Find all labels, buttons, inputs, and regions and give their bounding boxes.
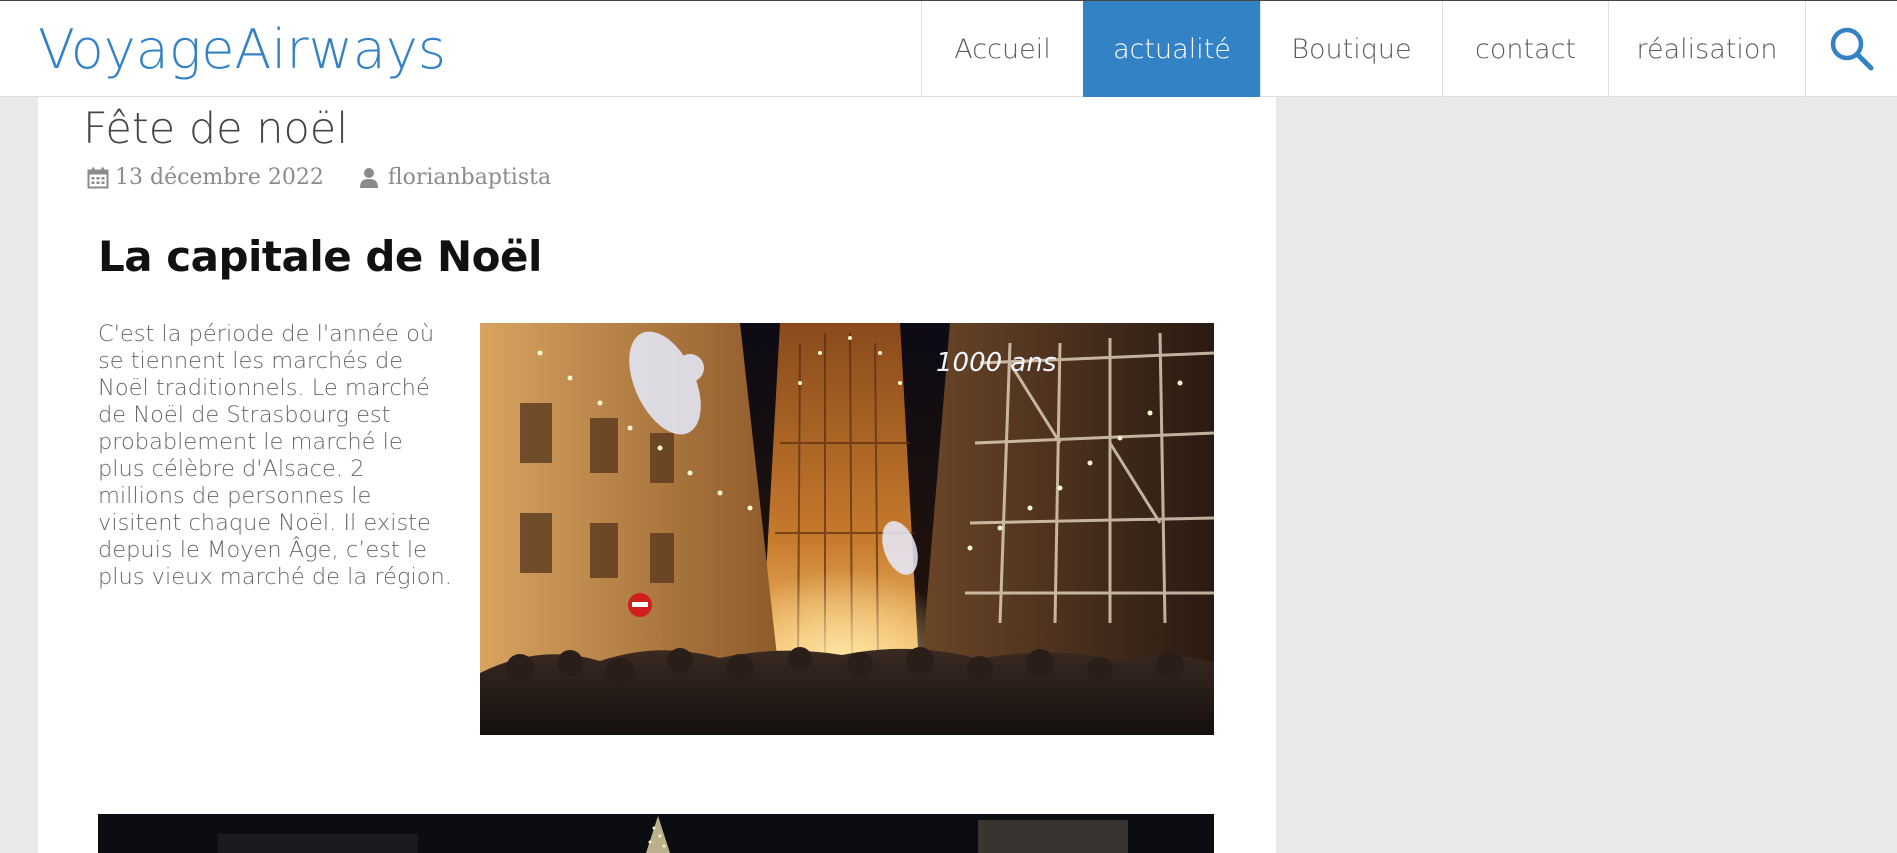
night-square-photo [98, 814, 1214, 853]
site-title-link[interactable]: VoyageAirways [38, 19, 446, 81]
photo-sign-text: 1000 ans [936, 348, 1056, 378]
post-author-link[interactable]: florianbaptista [388, 165, 551, 190]
nav-item-contact[interactable]: contact [1442, 1, 1608, 97]
nav-item-boutique[interactable]: Boutique [1260, 1, 1442, 97]
nav-item-accueil[interactable]: Accueil [921, 1, 1083, 97]
user-icon [359, 167, 378, 189]
nav-item-realisation[interactable]: réalisation [1608, 1, 1805, 97]
post-meta: 13 décembre 2022 florianbaptista [87, 165, 551, 190]
post-date: 13 décembre 2022 [87, 165, 324, 190]
intro-paragraph: C'est la période de l'année où se tienne… [98, 321, 452, 590]
main-nav: Accueil actualité Boutique contact réali… [921, 1, 1897, 97]
nav-item-actualite[interactable]: actualité [1083, 1, 1260, 97]
article-card: Fête de noël 13 décembre 2022 florianbap… [38, 97, 1276, 853]
search-icon [1830, 27, 1873, 71]
calendar-icon [87, 167, 109, 189]
post-title: Fête de noël [83, 104, 349, 154]
search-button[interactable] [1805, 1, 1897, 97]
christmas-market-photo: 1000 ans [480, 323, 1214, 735]
post-author: florianbaptista [359, 165, 551, 190]
section-heading: La capitale de Noël [98, 232, 542, 281]
post-date-text[interactable]: 13 décembre 2022 [115, 165, 324, 190]
site-header: VoyageAirways Accueil actualité Boutique… [0, 0, 1897, 97]
